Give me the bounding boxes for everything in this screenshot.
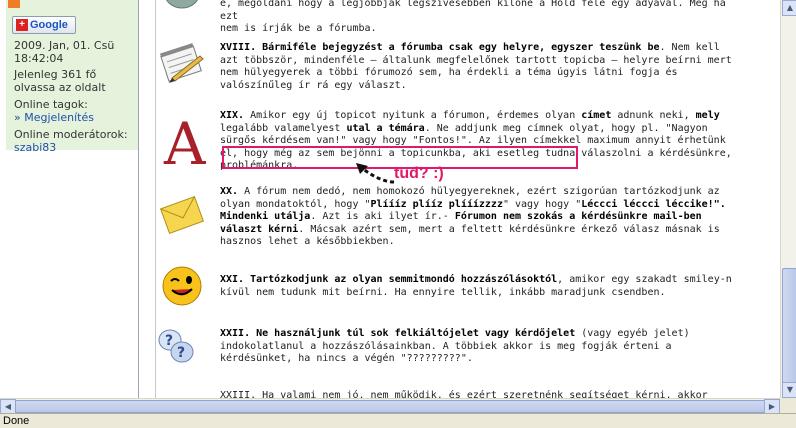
vertical-scrollbar[interactable]: ▲ ▼ <box>780 0 796 398</box>
annotation-text: tud? :) <box>394 165 444 182</box>
add-to-google-button[interactable]: + Google <box>12 16 76 34</box>
date-text: 2009. Jan, 01. Csü <box>14 39 115 52</box>
sidebar-info-panel: + Google 2009. Jan, 01. Csü 18:42:04 Jele… <box>6 0 138 154</box>
annotation-arrow-icon <box>356 163 395 184</box>
horizontal-scroll-thumb[interactable] <box>15 400 769 413</box>
scroll-down-button[interactable]: ▼ <box>782 382 796 398</box>
winking-smiley-icon <box>160 264 204 312</box>
rule-xviii: XVIII. Bármiféle bejegyzést a fórumba cs… <box>220 42 732 91</box>
status-text: Done <box>3 415 30 427</box>
rule-xx: XX. A fórum nem dedó, nem homokozó hülye… <box>220 186 726 248</box>
status-bar: Done <box>0 413 796 428</box>
svg-text:A: A <box>163 114 206 170</box>
rule-xxiii-partial: XXIII. Ha valami nem jó, nem működik, és… <box>220 390 708 398</box>
rss-icon[interactable] <box>8 0 20 8</box>
online-moderators-label: Online moderátorok: <box>14 128 128 141</box>
svg-text:?: ? <box>165 333 173 349</box>
rule-xxii: XXII. Ne használjunk túl sok felkiáltóje… <box>220 328 690 365</box>
scroll-corner <box>780 398 796 413</box>
online-readers-text: olvassa az oldalt <box>14 81 106 94</box>
horizontal-scrollbar[interactable]: ◀ ▶ <box>0 398 780 414</box>
globe-icon <box>162 0 202 16</box>
rule-xxi: XXI. Tartózkodjunk az olyan semmitmondó … <box>220 274 732 298</box>
online-count-text: Jelenleg 361 fő <box>14 68 97 81</box>
scroll-up-button[interactable]: ▲ <box>782 0 796 16</box>
sidebar: + Google 2009. Jan, 01. Csü 18:42:04 Jele… <box>0 0 138 398</box>
show-members-link[interactable]: » Megjelenítés <box>14 111 94 124</box>
notepad-pencil-icon <box>158 42 208 88</box>
svg-text:?: ? <box>177 345 185 361</box>
time-text: 18:42:04 <box>14 52 64 65</box>
moderator-link[interactable]: szabi83 <box>14 141 56 154</box>
plus-icon: + <box>16 19 28 31</box>
content-area: e, megoldani hogy a legjobbjak legszíves… <box>140 0 780 398</box>
scroll-right-button[interactable]: ▶ <box>764 399 780 414</box>
letter-a-icon: A <box>162 110 207 178</box>
sidebar-divider <box>138 0 139 398</box>
browser-viewport: + Google 2009. Jan, 01. Csü 18:42:04 Jele… <box>0 0 780 398</box>
scroll-left-button[interactable]: ◀ <box>0 399 16 414</box>
top-partial-text: e, megoldani hogy a legjobbjak legszíves… <box>220 0 726 35</box>
question-bubbles-icon: ? ? <box>156 326 196 370</box>
online-members-label: Online tagok: <box>14 98 88 111</box>
envelope-icon <box>158 192 206 242</box>
vertical-scroll-thumb[interactable] <box>782 268 796 383</box>
